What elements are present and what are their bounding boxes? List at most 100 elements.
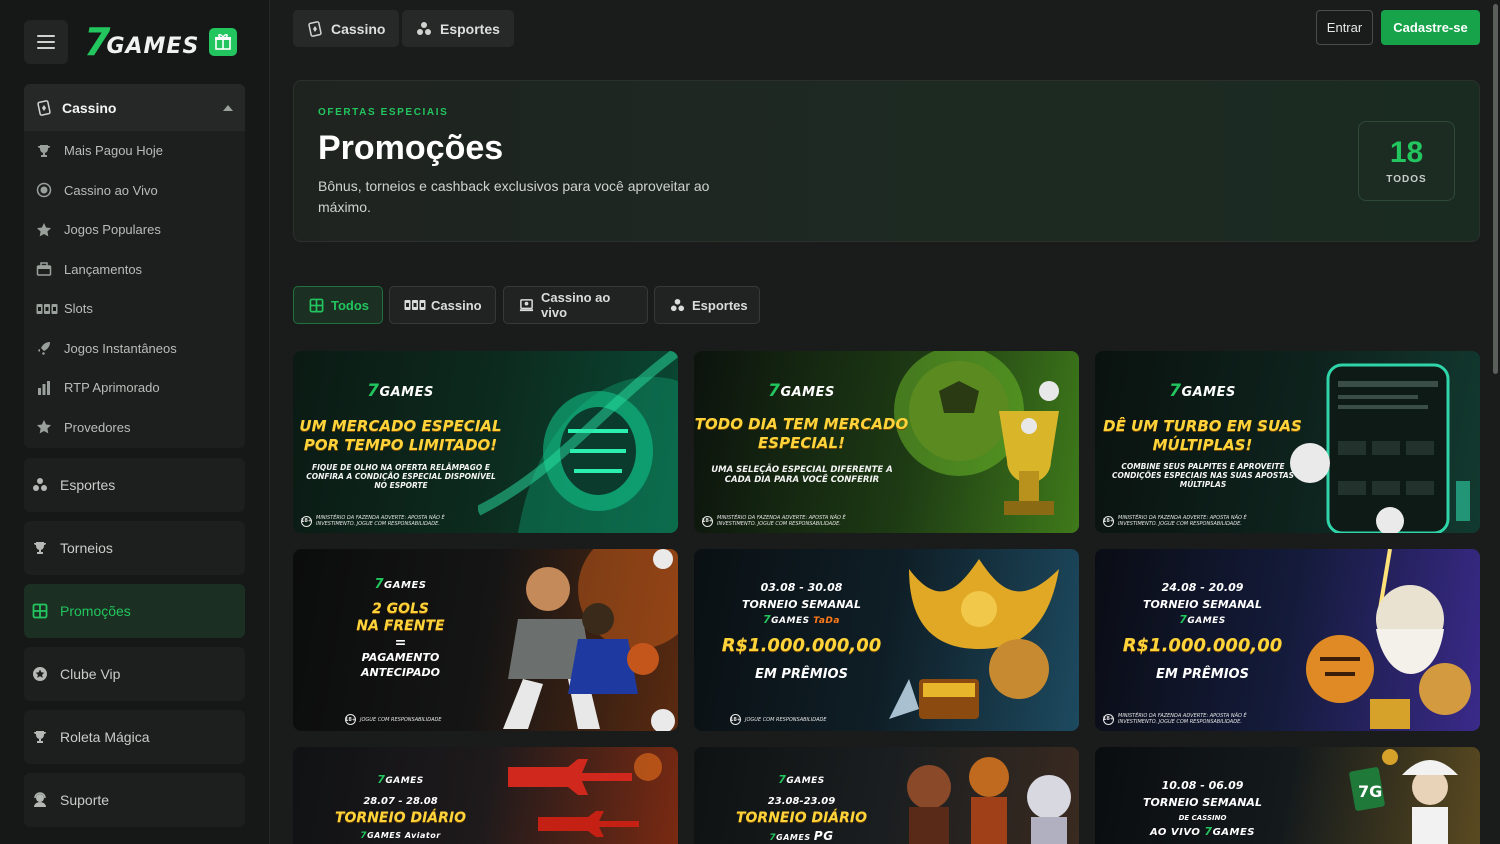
promo-card[interactable]: 7GAMES 23.08-23.09 TORNEIO DIÁRIO 7GAMES… (694, 747, 1079, 844)
card-prize-label: EM PRÊMIOS (1156, 667, 1249, 682)
card-brand: 7GAMES (1179, 613, 1226, 626)
sidebar-item-rtp[interactable]: RTP Aprimorado (24, 368, 245, 408)
card-prize: R$1.000.000,00 (1122, 635, 1283, 656)
gift-icon (308, 297, 324, 313)
promo-card[interactable]: 7GAMES 28.07 - 28.08 TORNEIO DIÁRIO 7GAM… (293, 747, 678, 844)
sidebar-item-label: Torneios (60, 540, 113, 556)
cards-icon (36, 99, 52, 116)
tab-label: Esportes (440, 20, 500, 37)
sidebar-item-cassino-ao-vivo[interactable]: Cassino ao Vivo (24, 171, 245, 211)
card-tournament-type: TORNEIO SEMANAL (1143, 598, 1262, 611)
card-disclaimer: 18+ MINISTÉRIO DA FAZENDA ADVERTE: APOSTA… (1103, 515, 1268, 527)
promo-card[interactable]: 24.08 - 20.09 TORNEIO SEMANAL 7GAMES R$1… (1095, 549, 1480, 731)
card-brand-text: GAMES (384, 580, 427, 591)
sidebar-header: 7 GAMES (24, 20, 246, 64)
slots-icon (404, 297, 426, 313)
golden-eagle-image (889, 559, 1059, 719)
card-tournament-type: TORNEIO SEMANAL (742, 598, 861, 611)
card-brand: 7GAMES (374, 577, 427, 592)
card-prize-label: EM PRÊMIOS (755, 667, 848, 682)
card-equals: = (394, 635, 407, 651)
promo-card[interactable]: 7GAMES 2 GOLS NA FRENTE = PAGAMENTO ANTE… (293, 549, 678, 731)
age-18-icon: 18+ (730, 714, 741, 725)
sidebar-item-jogos-populares[interactable]: Jogos Populares (24, 210, 245, 250)
card-live-label: AO VIVO (1149, 827, 1201, 838)
sidebar-item-label: Promoções (60, 603, 131, 619)
sidebar-item-label: Provedores (64, 419, 131, 435)
card-tournament-type: TORNEIO DIÁRIO (735, 810, 868, 826)
logo[interactable]: 7 GAMES (84, 20, 238, 64)
card-partner: Aviator (404, 831, 441, 840)
sidebar-item-jogos-instantaneos[interactable]: Jogos Instantâneos (24, 329, 245, 369)
card-headline: UM MERCADO ESPECIAL POR TEMPO LIMITADO! (299, 417, 502, 454)
card-brand-text: GAMES (379, 385, 434, 400)
sidebar-item-label: Cassino ao Vivo (64, 182, 158, 198)
sidebar-item-esportes[interactable]: Esportes (24, 458, 245, 512)
card-brand-text: GAMES (367, 831, 402, 840)
sidebar-item-lancamentos[interactable]: Lançamentos (24, 250, 245, 290)
menu-icon[interactable] (24, 20, 68, 64)
sidebar-item-torneios[interactable]: Torneios (24, 521, 245, 575)
card-brand: 7GAMES (778, 773, 825, 786)
trophy-icon (36, 143, 52, 159)
trophy-soccer-image (894, 351, 1059, 515)
vip-star-icon (32, 666, 48, 682)
filter-esportes[interactable]: Esportes (654, 286, 760, 324)
gift-box-icon (36, 261, 52, 277)
cassino-menu-group: Cassino Mais Pagou Hoje Cassino ao Vivo … (24, 84, 245, 448)
zeus-tiger-image (1306, 549, 1471, 729)
phone-multiples-image (1290, 363, 1470, 533)
football-helmet-image (478, 351, 678, 533)
chevron-up-icon (223, 104, 233, 111)
register-button[interactable]: Cadastre-se (1381, 10, 1480, 45)
card-disclaimer-text: MINISTÉRIO DA FAZENDA ADVERTE: APOSTA NÃ… (1118, 515, 1247, 527)
sidebar-item-clube-vip[interactable]: Clube Vip (24, 647, 245, 701)
soccer-players-image (503, 549, 678, 731)
cassino-menu-toggle[interactable]: Cassino (24, 84, 245, 131)
card-disclaimer-text: MINISTÉRIO DA FAZENDA ADVERTE: APOSTA NÃ… (1118, 713, 1247, 725)
filter-todos[interactable]: Todos (293, 286, 383, 324)
card-date-range: 24.08 - 20.09 (1161, 581, 1244, 594)
sidebar-item-label: Jogos Populares (64, 222, 161, 238)
card-subtitle: UMA SELEÇÃO ESPECIAL DIFERENTE A CADA DI… (711, 465, 893, 485)
page-title: Promoções (318, 129, 504, 167)
card-headline-line-1: 2 GOLS (371, 601, 429, 617)
card-brand-text: GAMES (780, 385, 835, 400)
sidebar-item-label: Esportes (60, 477, 116, 493)
scrollbar-thumb[interactable] (1493, 4, 1498, 374)
card-disclaimer-text: MINISTÉRIO DA FAZENDA ADVERTE: APOSTA NÃ… (316, 515, 445, 527)
promotions-count-label: TODOS (1386, 173, 1427, 185)
filter-label: Cassino (431, 297, 482, 313)
card-brand: 7GAMES (1169, 381, 1236, 401)
support-agent-icon (32, 792, 48, 808)
sidebar-item-label: Jogos Instantâneos (64, 340, 177, 356)
promo-card[interactable]: 7G 10.08 - 06.09 TORNEIO SEMANAL DE CASS… (1095, 747, 1480, 844)
trophy-icon (32, 540, 48, 556)
promo-card[interactable]: 7GAMES DÊ UM TURBO EM SUAS MÚLTIPLAS! CO… (1095, 351, 1480, 533)
sidebar-item-suporte[interactable]: Suporte (24, 773, 245, 827)
login-button[interactable]: Entrar (1316, 10, 1373, 45)
sidebar-item-label: RTP Aprimorado (64, 380, 160, 396)
tab-esportes[interactable]: Esportes (402, 10, 514, 47)
card-brand: 7GAMES (377, 773, 424, 786)
sidebar-item-provedores[interactable]: Provedores (24, 408, 245, 448)
sidebar-item-promocoes[interactable]: Promoções (24, 584, 245, 638)
card-disclaimer: 18+ MINISTÉRIO DA FAZENDA ADVERTE: APOSTA… (301, 515, 466, 527)
filter-cassino[interactable]: Cassino (389, 286, 496, 324)
gift-icon[interactable] (209, 28, 238, 56)
age-18-icon: 18+ (1103, 515, 1114, 527)
sidebar-item-roleta[interactable]: Roleta Mágica (24, 710, 245, 764)
sidebar-item-mais-pagou[interactable]: Mais Pagou Hoje (24, 131, 245, 171)
filter-cassino-ao-vivo[interactable]: Cassino ao vivo (503, 286, 648, 324)
bar-chart-icon (36, 380, 52, 396)
card-tournament-type: TORNEIO DIÁRIO (334, 810, 467, 826)
sidebar-item-label: Lançamentos (64, 261, 143, 277)
promo-card[interactable]: 7GAMES UM MERCADO ESPECIAL POR TEMPO LIM… (293, 351, 678, 533)
sidebar-item-slots[interactable]: Slots (24, 289, 245, 329)
card-date-range: 03.08 - 30.08 (760, 581, 843, 594)
scrollbar[interactable] (1490, 0, 1500, 844)
promo-card[interactable]: 7GAMES TODO DIA TEM MERCADO ESPECIAL! UM… (694, 351, 1079, 533)
tab-cassino[interactable]: Cassino (293, 10, 400, 47)
promo-card[interactable]: 03.08 - 30.08 TORNEIO SEMANAL 7GAMES TaD… (694, 549, 1079, 731)
age-18-icon: 18+ (702, 515, 713, 527)
